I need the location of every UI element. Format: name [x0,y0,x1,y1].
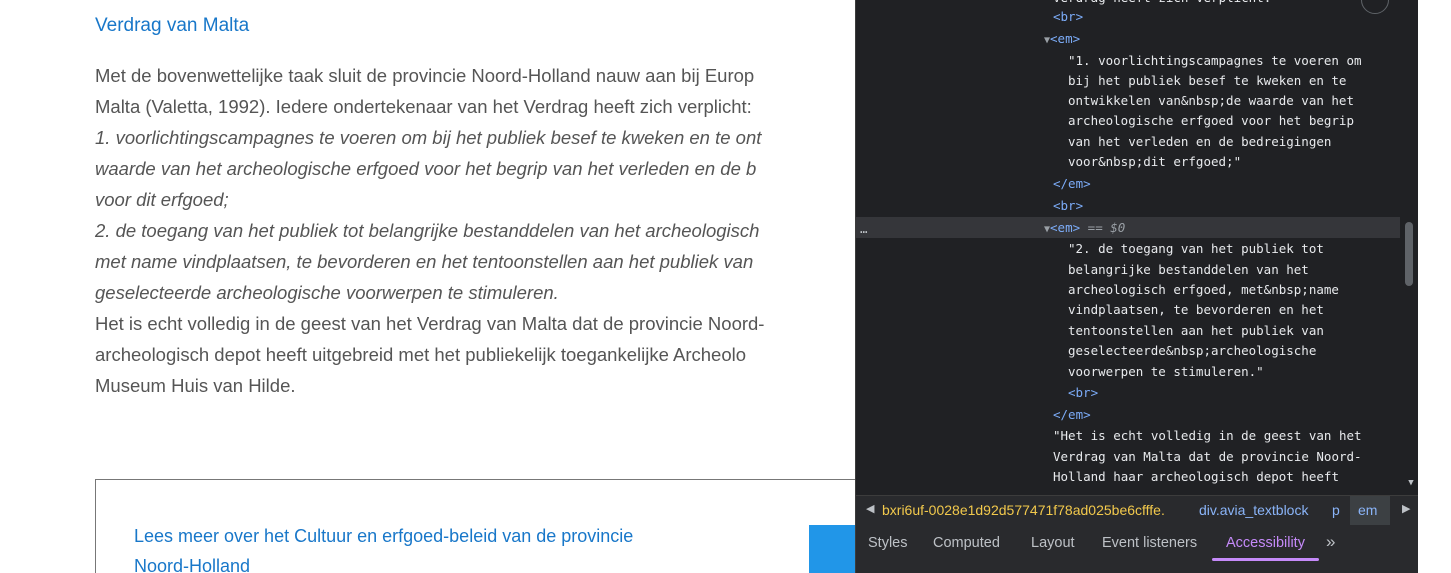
code-text: archeologisch erfgoed, met&nbsp;name [1068,282,1339,297]
read-more-link-line[interactable]: Lees meer over het Cultuur en erfgoed-be… [134,521,633,551]
text-line-italic: geselecteerde archeologische voorwerpen … [95,282,559,303]
text-line: Malta (Valetta, 1992). Iedere onderteken… [95,96,752,117]
code-text: "Het is echt volledig in de geest van he… [1053,428,1362,443]
code-text: Verdrag van Malta dat de provincie Noord… [1053,449,1362,464]
scrollbar-thumb[interactable] [1405,222,1413,286]
code-tag-row[interactable]: ▼<em> [1044,29,1080,51]
code-tag[interactable]: <em> [1050,220,1080,235]
breadcrumb-left-icon[interactable]: ◀ [866,502,874,515]
code-tag[interactable]: <em> [1050,31,1080,46]
code-text: tentoonstellen aan het publiek van [1068,323,1324,338]
selected-node-row[interactable] [856,217,1400,238]
node-menu-icon[interactable]: … [860,219,868,239]
webpage-content: Verdrag van Malta Met de bovenwettelijke… [0,0,856,573]
section-heading[interactable]: Verdrag van Malta [95,15,249,37]
scroll-down-icon[interactable]: ▼ [1404,478,1418,490]
text-line-italic: 1. voorlichtingscampagnes te voeren om b… [95,127,762,148]
tab-computed[interactable]: Computed [933,535,1000,551]
tab-accessibility[interactable]: Accessibility [1226,535,1305,551]
blue-button[interactable] [809,525,856,573]
code-text: Holland haar archeologisch depot heeft [1053,469,1339,484]
code-tag[interactable]: <br> [1068,383,1098,403]
breadcrumb-item-div[interactable]: div.avia_textblock [1199,502,1308,518]
tab-event-listeners[interactable]: Event listeners [1102,535,1197,551]
code-tag[interactable]: <br> [1053,196,1083,216]
code-tag[interactable]: </em> [1053,174,1091,194]
code-text: bij het publiek besef te kweken en te [1068,73,1347,88]
code-text: belangrijke bestanddelen van het [1068,262,1309,277]
code-text: ontwikkelen van&nbsp;de waarde van het [1068,93,1354,108]
elements-tree: … Verdrag heeft zich verplicht: <br> ▼<e… [856,0,1404,495]
code-text: geselecteerde&nbsp;archeologische [1068,343,1317,358]
code-tag[interactable]: <br> [1053,7,1083,27]
code-text: voor&nbsp;dit erfgoed;" [1068,154,1242,169]
code-text: archeologische erfgoed voor het begrip [1068,113,1354,128]
code-tag-row-selected[interactable]: ▼<em> == $0 [1044,218,1125,240]
active-tab-indicator [1212,558,1319,561]
read-more-link-line[interactable]: Noord-Holland [134,551,633,573]
code-text: vindplaatsen, te bevorderen en het [1068,302,1324,317]
code-text: "1. voorlichtingscampagnes te voeren om [1068,53,1362,68]
breadcrumb-item-p[interactable]: p [1332,502,1340,518]
text-line-italic: 2. de toegang van het publiek tot belang… [95,220,760,241]
tab-styles[interactable]: Styles [868,535,908,551]
code-text: voorwerpen te stimuleren." [1068,364,1264,379]
code-text: "2. de toegang van het publiek tot [1068,241,1324,256]
breadcrumb: ◀ bxri6uf-0028e1d92d577471f78ad025be6cff… [856,495,1418,526]
devtools-subtabs: Styles Computed Layout Event listeners A… [856,525,1418,573]
text-line: archeologisch depot heeft uitgebreid met… [95,344,747,365]
code-text: Verdrag heeft zich verplicht: [1053,0,1271,8]
text-line-italic: voor dit erfgoed; [95,189,229,210]
text-line: Museum Huis van Hilde. [95,375,296,396]
text-line-italic: met name vindplaatsen, te bevorderen en … [95,251,754,272]
text-line: Het is echt volledig in de geest van het… [95,313,765,334]
breadcrumb-item-em[interactable]: em [1358,502,1377,518]
text-line: Met de bovenwettelijke taak sluit de pro… [95,65,755,86]
settings-icon[interactable] [1361,0,1389,14]
devtools-panel: … Verdrag heeft zich verplicht: <br> ▼<e… [855,0,1418,573]
body-text: Met de bovenwettelijke taak sluit de pro… [95,60,856,401]
breadcrumb-right-icon[interactable]: ▶ [1402,502,1410,515]
text-line-italic: waarde van het archeologische erfgoed vo… [95,158,757,179]
code-tag[interactable]: </em> [1053,405,1091,425]
breadcrumb-item-hash[interactable]: bxri6uf-0028e1d92d577471f78ad025be6cfffe… [882,502,1165,518]
more-tabs-icon[interactable]: » [1326,532,1335,552]
code-text: van het verleden en de bedreigingen [1068,134,1332,149]
tab-layout[interactable]: Layout [1031,535,1075,551]
read-more-link[interactable]: Lees meer over het Cultuur en erfgoed-be… [134,521,633,573]
selected-suffix: == $0 [1087,220,1126,235]
